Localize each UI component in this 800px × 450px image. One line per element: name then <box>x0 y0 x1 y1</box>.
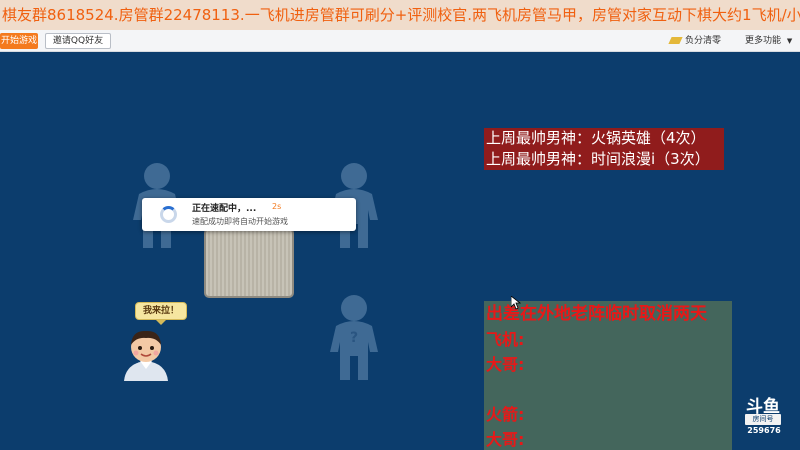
announcement-marquee: 棋友群8618524.房管群22478113.一飞机进房管群可刷分+评测校官.两… <box>0 0 800 30</box>
notice-title: 出差在外地老阵临时取消两天 <box>486 304 707 324</box>
chevron-down-icon: ▼ <box>786 37 793 45</box>
svg-text:?: ? <box>350 330 358 346</box>
negative-score-clear-label: 负分清零 <box>685 36 722 46</box>
weekly-handsome-board: 上周最帅男神：火锅英雄（4次） 上周最帅男神：时间浪漫i（3次） <box>484 128 724 170</box>
more-functions-menu[interactable]: 更多功能 ▼ <box>745 33 795 49</box>
player-avatar <box>124 330 168 381</box>
empty-seat-bottom-icon: ? <box>330 295 378 380</box>
rocket-label: 火箭: <box>486 405 525 424</box>
handsome-line-2: 上周最帅男神：时间浪漫i（3次） <box>486 150 710 168</box>
start-game-button[interactable]: 开始游戏 <box>0 33 38 49</box>
room-number-tag: 房间号 <box>745 414 781 425</box>
more-functions-label: 更多功能 <box>745 36 782 46</box>
loading-spinner-icon <box>160 206 177 223</box>
rocket-brother-label: 大哥: <box>486 430 525 449</box>
mouse-cursor-icon <box>511 296 521 310</box>
invite-qq-friends-button[interactable]: 邀请QQ好友 <box>45 33 111 49</box>
matching-title: 正在速配中，... <box>192 204 257 214</box>
matching-subtitle: 速配成功即将自动开始游戏 <box>192 217 288 226</box>
plane-brother-label: 大哥: <box>486 355 525 374</box>
handsome-line-1: 上周最帅男神：火锅英雄（4次） <box>486 129 706 147</box>
plane-label: 飞机: <box>486 330 525 349</box>
gift-notice-board: 出差在外地老阵临时取消两天 飞机: 大哥: 火箭: 大哥: <box>484 301 732 450</box>
player-speech-bubble: 我来拉！ <box>135 302 187 325</box>
negative-score-clear-button[interactable]: 负分清零 <box>668 33 728 49</box>
matching-dialog: 正在速配中，... 2s 速配成功即将自动开始游戏 <box>142 198 356 231</box>
game-toolbar: 开始游戏 邀请QQ好友 负分清零 更多功能 ▼ <box>0 30 800 52</box>
eraser-icon <box>668 37 683 44</box>
matching-timer: 2s <box>272 202 282 211</box>
room-number: 259676 <box>747 426 781 435</box>
card-deck-pile <box>204 228 294 298</box>
